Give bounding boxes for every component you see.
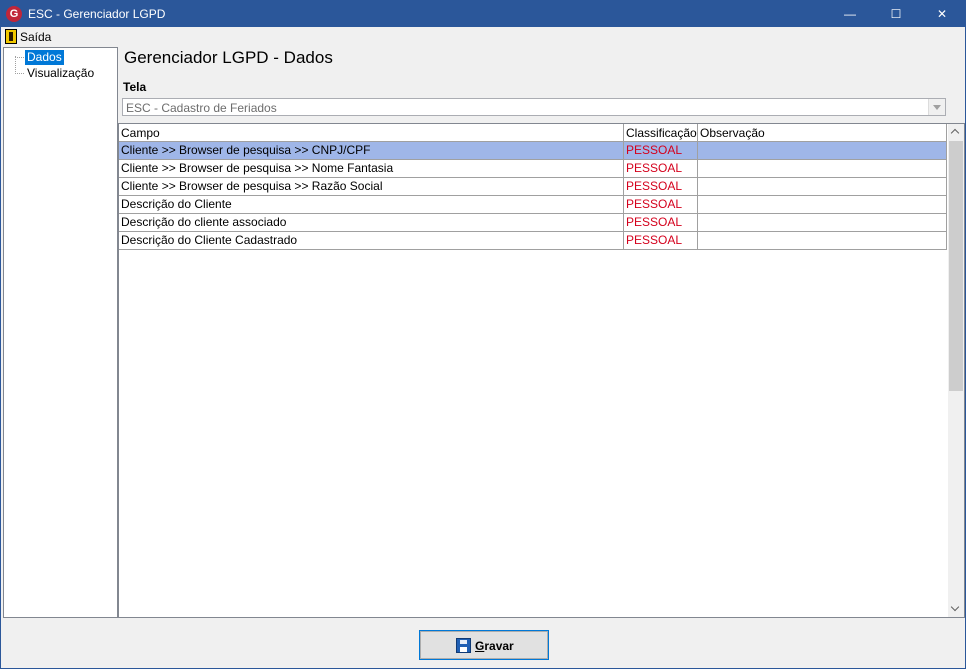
cell-campo[interactable]: Cliente >> Browser de pesquisa >> CNPJ/C… [119,142,624,159]
cell-observacao[interactable] [698,214,947,231]
save-button-label: Gravar [475,639,514,653]
column-header-classificacao[interactable]: Classificação [624,124,698,142]
tree-connector [15,57,24,58]
maximize-button[interactable]: ☐ [873,1,919,27]
vertical-scrollbar[interactable] [948,124,964,617]
cell-classificacao[interactable]: PESSOAL [624,214,698,231]
table-row[interactable]: Cliente >> Browser de pesquisa >> Razão … [119,178,947,196]
screen-select[interactable]: ESC - Cadastro de Feriados [122,98,946,116]
cell-campo[interactable]: Cliente >> Browser de pesquisa >> Razão … [119,178,624,195]
scrollbar-thumb[interactable] [949,141,963,391]
cell-observacao[interactable] [698,142,947,159]
scroll-down-icon[interactable] [948,600,964,617]
page-title: Gerenciador LGPD - Dados [124,48,333,67]
grid-body: Cliente >> Browser de pesquisa >> CNPJ/C… [119,142,947,250]
tree-item-dados[interactable]: Dados [25,50,64,65]
table-row[interactable]: Descrição do cliente associado PESSOAL [119,214,947,232]
window-title: ESC - Gerenciador LGPD [28,7,166,21]
save-mnemonic: G [475,639,485,653]
table-row[interactable]: Descrição do Cliente Cadastrado PESSOAL [119,232,947,250]
scroll-up-icon[interactable] [948,124,964,141]
cell-classificacao[interactable]: PESSOAL [624,196,698,213]
app-logo-icon: G [6,6,22,22]
screen-label: Tela [123,80,147,94]
cell-campo[interactable]: Descrição do Cliente Cadastrado [119,232,624,249]
cell-classificacao[interactable]: PESSOAL [624,142,698,159]
tree-connector [15,73,24,74]
table-row[interactable]: Cliente >> Browser de pesquisa >> CNPJ/C… [119,142,947,160]
minimize-button[interactable]: — [827,1,873,27]
fields-grid: Campo Classificação Observação Cliente >… [118,123,965,618]
cell-classificacao[interactable]: PESSOAL [624,160,698,177]
app-window: G ESC - Gerenciador LGPD — ☐ ✕ Saída Dad… [0,0,966,669]
cell-observacao[interactable] [698,178,947,195]
title-bar[interactable]: G ESC - Gerenciador LGPD — ☐ ✕ [1,1,965,27]
cell-classificacao[interactable]: PESSOAL [624,232,698,249]
table-row[interactable]: Descrição do Cliente PESSOAL [119,196,947,214]
cell-observacao[interactable] [698,160,947,177]
cell-observacao[interactable] [698,232,947,249]
menu-bar: Saída [1,27,965,46]
cell-campo[interactable]: Descrição do cliente associado [119,214,624,231]
floppy-disk-icon [456,638,471,653]
chevron-down-icon[interactable] [928,99,945,115]
column-header-observacao[interactable]: Observação [698,124,947,142]
menu-item-saida[interactable]: Saída [20,30,51,44]
table-row[interactable]: Cliente >> Browser de pesquisa >> Nome F… [119,160,947,178]
column-header-campo[interactable]: Campo [119,124,624,142]
screen-select-value: ESC - Cadastro de Feriados [126,101,277,115]
tree-connector [15,56,16,74]
close-button[interactable]: ✕ [919,1,965,27]
exit-door-icon[interactable] [5,29,17,44]
save-button[interactable]: Gravar [419,630,549,660]
cell-classificacao[interactable]: PESSOAL [624,178,698,195]
grid-header: Campo Classificação Observação [119,124,947,142]
cell-campo[interactable]: Cliente >> Browser de pesquisa >> Nome F… [119,160,624,177]
tree-item-visualizacao[interactable]: Visualização [25,66,96,81]
navigation-tree: Dados Visualização [3,47,118,618]
cell-campo[interactable]: Descrição do Cliente [119,196,624,213]
cell-observacao[interactable] [698,196,947,213]
save-label-rest: ravar [484,639,514,653]
